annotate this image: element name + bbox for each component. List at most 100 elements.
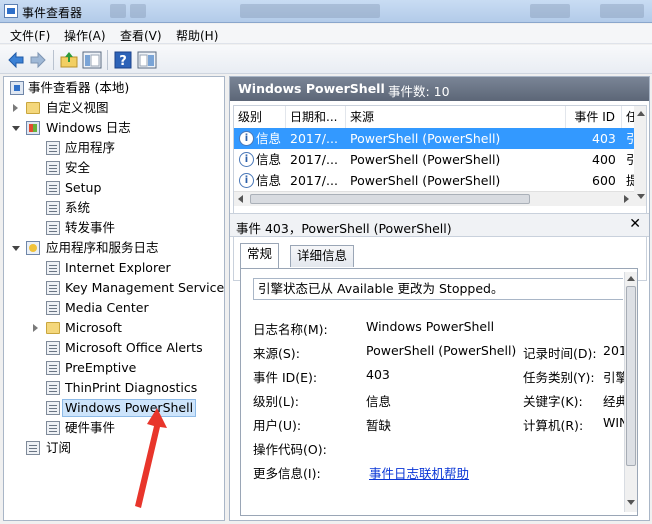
svg-text:?: ?	[119, 54, 127, 69]
general-tab-panel: 引擎状态已从 Available 更改为 Stopped。 日志名称(M): W…	[240, 268, 638, 516]
table-row[interactable]: i 信息 2017/... PowerShell (PowerShell) 60…	[234, 170, 639, 191]
log-icon	[46, 261, 60, 275]
toolbar: ?	[0, 45, 652, 74]
log-icon	[46, 341, 60, 355]
label-log-name: 日志名称(M):	[253, 322, 328, 337]
column-header-source[interactable]: 来源	[346, 106, 566, 128]
tree-item-log[interactable]: 系统	[4, 199, 222, 217]
tree-item-custom-views[interactable]: 自定义视图	[4, 99, 222, 117]
log-icon	[46, 221, 60, 235]
info-icon: i	[239, 131, 254, 146]
table-row[interactable]: i 信息 2017/... PowerShell (PowerShell) 40…	[234, 149, 639, 170]
help-icon[interactable]: ?	[113, 50, 133, 70]
tree-item-windows-logs[interactable]: Windows 日志	[4, 119, 222, 137]
scroll-up-icon[interactable]	[627, 276, 635, 281]
log-icon	[46, 181, 60, 195]
table-row[interactable]: i 信息 2017/... PowerShell (PowerShell) 40…	[234, 128, 639, 149]
folder-icon	[26, 102, 40, 114]
subscriptions-icon	[26, 441, 40, 455]
action-pane-icon[interactable]	[137, 50, 157, 70]
column-header-event-id[interactable]: 事件 ID	[566, 106, 622, 128]
expand-arrow-icon[interactable]	[33, 324, 38, 332]
tree-item-log[interactable]: ThinPrint Diagnostics	[4, 379, 222, 397]
toolbar-separator	[107, 50, 108, 70]
show-hide-tree-icon[interactable]	[82, 50, 102, 70]
detail-tabs: 常规 详细信息	[240, 243, 640, 269]
log-icon	[46, 421, 60, 435]
vertical-scrollbar[interactable]	[624, 272, 637, 512]
column-header-level[interactable]: 级别	[234, 106, 286, 128]
close-icon[interactable]: ✕	[629, 216, 641, 232]
menu-file[interactable]: 文件(F)	[10, 27, 50, 44]
blurred-title-icon	[130, 4, 146, 18]
tree-item-subscriptions[interactable]: 订阅	[4, 439, 222, 457]
value-source: PowerShell (PowerShell)	[366, 343, 517, 358]
more-info-link[interactable]: 事件日志联机帮助	[369, 463, 469, 482]
tab-details[interactable]: 详细信息	[290, 245, 355, 267]
scroll-down-icon[interactable]	[627, 500, 635, 505]
log-icon	[46, 161, 60, 175]
value-event-id: 403	[366, 367, 390, 382]
tree-item-log[interactable]: 转发事件	[4, 219, 222, 237]
event-message[interactable]: 引擎状态已从 Available 更改为 Stopped。	[253, 278, 623, 300]
blurred-title-text	[240, 4, 380, 18]
menu-view[interactable]: 查看(V)	[120, 27, 162, 44]
tree-item-log[interactable]: PreEmptive	[4, 359, 222, 377]
forward-arrow-icon[interactable]	[28, 50, 48, 70]
window-title: 事件查看器	[22, 6, 83, 20]
event-detail-title: 事件 403，PowerShell (PowerShell)	[236, 221, 452, 236]
vertical-scrollbar[interactable]	[634, 106, 646, 206]
label-level: 级别(L):	[253, 394, 299, 409]
event-count: 事件数: 10	[388, 84, 450, 99]
log-header: Windows PowerShell 事件数: 10	[230, 77, 649, 101]
log-title: Windows PowerShell	[238, 81, 385, 96]
menu-action[interactable]: 操作(A)	[64, 27, 106, 44]
blurred-title-icon	[110, 4, 126, 18]
app-logs-icon	[26, 241, 40, 255]
scroll-thumb[interactable]	[626, 286, 636, 466]
tree-item-root[interactable]: 事件查看器 (本地)	[4, 79, 222, 97]
up-folder-icon[interactable]	[59, 50, 79, 70]
event-viewer-icon	[4, 4, 18, 18]
tree-item-log[interactable]: 硬件事件	[4, 419, 222, 437]
scroll-thumb[interactable]	[250, 194, 530, 204]
log-icon	[46, 401, 60, 415]
label-logged: 记录时间(D):	[523, 346, 597, 361]
tab-general[interactable]: 常规	[240, 243, 280, 269]
event-viewer-icon	[10, 81, 24, 95]
tree-item-log[interactable]: Setup	[4, 179, 222, 197]
label-user: 用户(U):	[253, 418, 302, 433]
label-opcode: 操作代码(O):	[253, 442, 327, 457]
menu-bar: 文件(F) 操作(A) 查看(V) 帮助(H)	[0, 24, 652, 44]
value-level: 信息	[366, 394, 392, 409]
label-keywords: 关键字(K):	[523, 394, 583, 409]
tree-item-log[interactable]: Microsoft Office Alerts	[4, 339, 222, 357]
label-source: 来源(S):	[253, 346, 300, 361]
annotation-arrow-icon	[135, 408, 167, 508]
tree-item-app-service-logs[interactable]: 应用程序和服务日志	[4, 239, 222, 257]
tree-item-microsoft[interactable]: Microsoft	[4, 319, 222, 337]
column-header-date[interactable]: 日期和...	[286, 106, 346, 128]
tree-item-log[interactable]: Internet Explorer	[4, 259, 222, 277]
label-computer: 计算机(R):	[523, 418, 584, 433]
tree-item-log[interactable]: 安全	[4, 159, 222, 177]
toolbar-separator	[53, 50, 54, 70]
menu-help[interactable]: 帮助(H)	[176, 27, 218, 44]
info-icon: i	[239, 152, 254, 167]
expand-arrow-icon[interactable]	[13, 104, 18, 112]
windows-logs-icon	[26, 121, 40, 135]
scroll-up-icon[interactable]	[637, 111, 645, 116]
scroll-right-icon[interactable]	[624, 195, 629, 203]
tree-item-log[interactable]: Key Management Service	[4, 279, 224, 297]
value-user: 暂缺	[366, 418, 392, 433]
back-arrow-icon[interactable]	[6, 50, 26, 70]
tree-item-log[interactable]: 应用程序	[4, 139, 222, 157]
collapse-arrow-icon[interactable]	[12, 246, 20, 251]
horizontal-scrollbar[interactable]	[234, 191, 634, 206]
tree-item-log[interactable]: Media Center	[4, 299, 222, 317]
tree-item-windows-powershell[interactable]: Windows PowerShell	[4, 399, 222, 417]
collapse-arrow-icon[interactable]	[12, 126, 20, 131]
scroll-down-icon[interactable]	[637, 194, 645, 199]
folder-icon	[46, 322, 60, 334]
scroll-left-icon[interactable]	[238, 195, 243, 203]
